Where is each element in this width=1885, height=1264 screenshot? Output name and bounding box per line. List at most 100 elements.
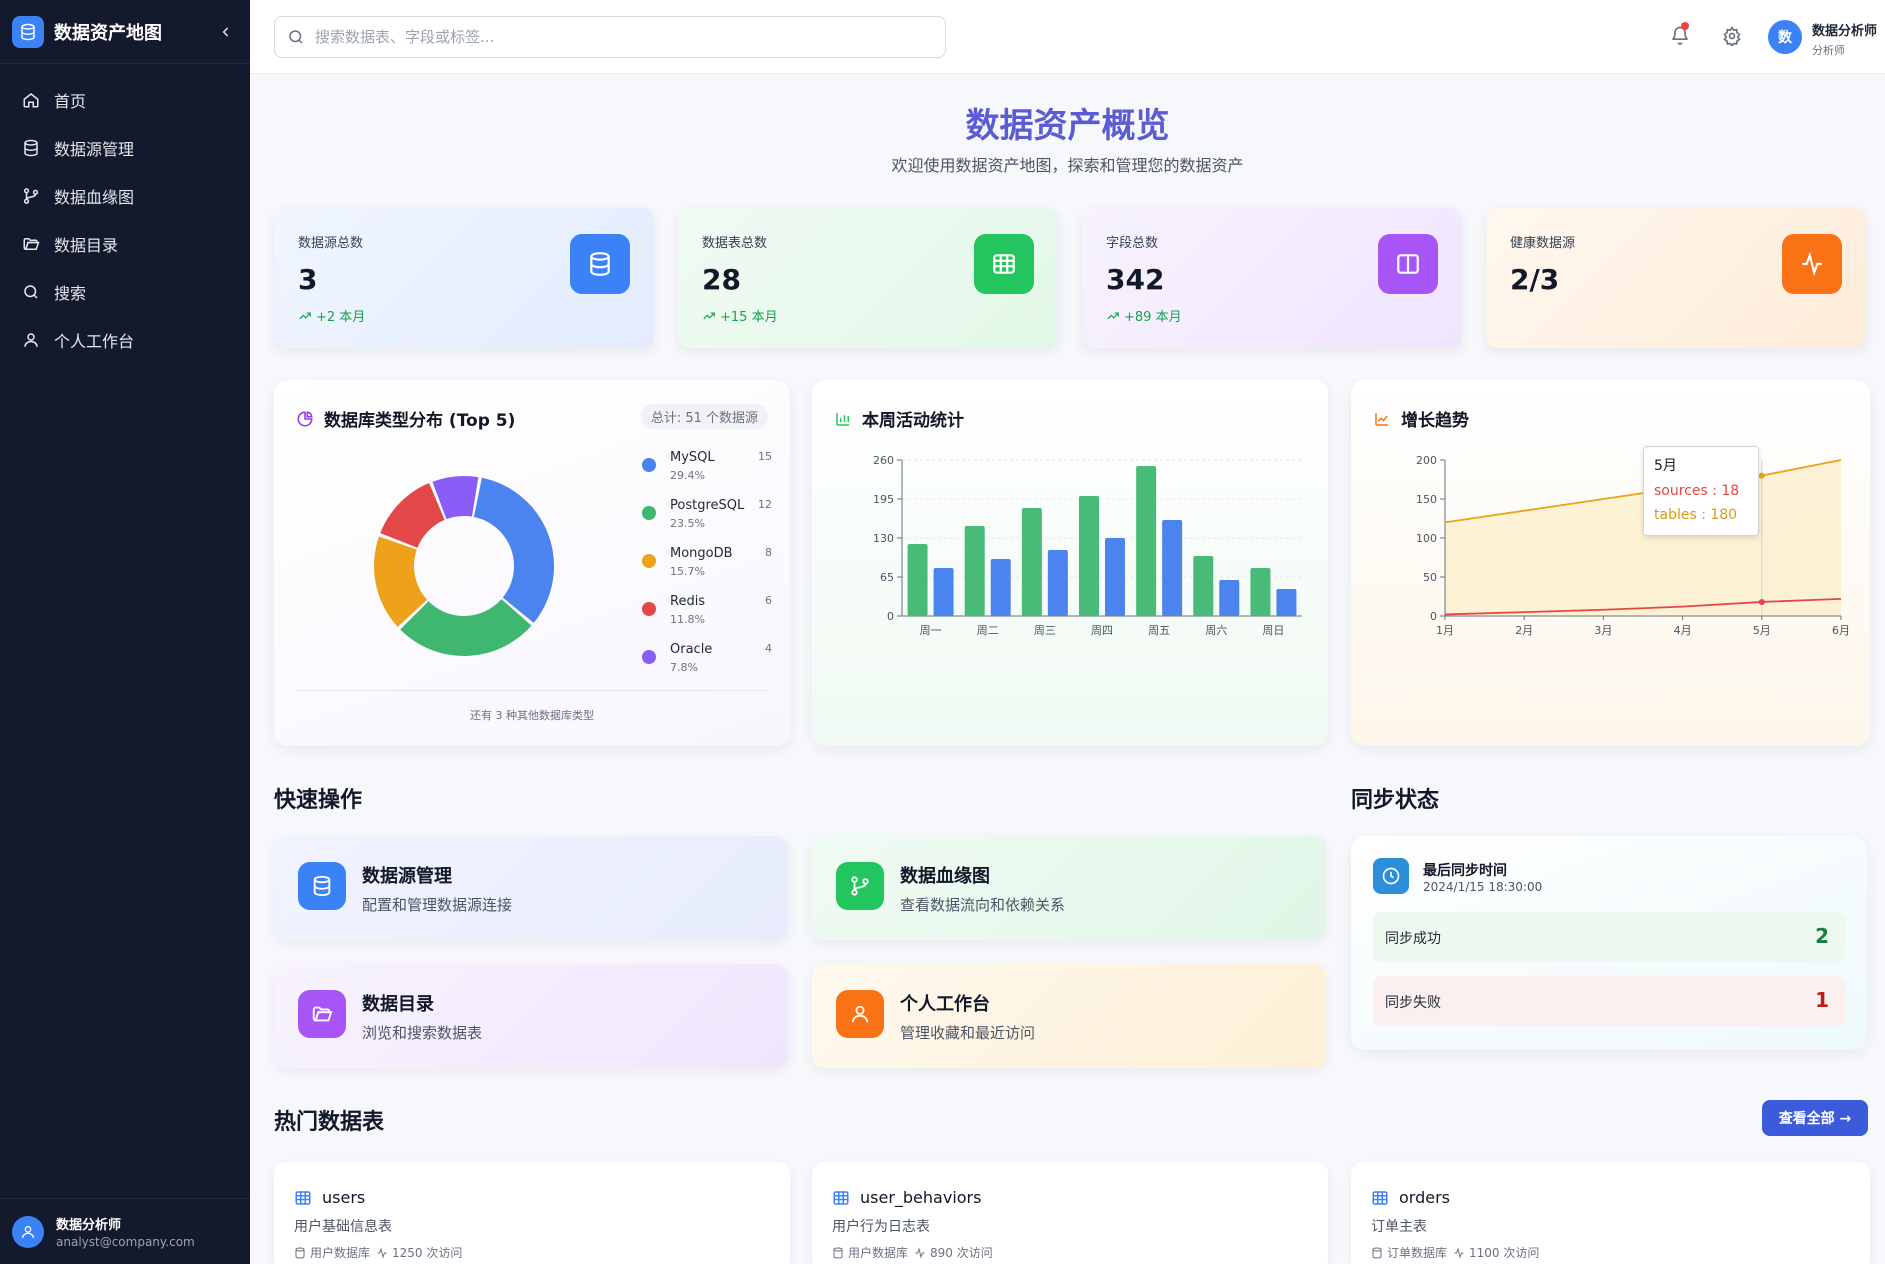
sidebar-nav: 首页 数据源管理 数据血缘图 数据目录 搜索 个人工作台	[0, 64, 250, 364]
activity-icon	[1782, 234, 1842, 294]
bar	[1021, 508, 1042, 616]
search-input[interactable]	[315, 28, 915, 46]
activity-card: 本周活动统计 0 65 130 195 260 周一 周二 周三 周四 周五 周六 周日	[812, 380, 1328, 746]
sidebar-item-lineage[interactable]: 数据血缘图	[0, 172, 250, 220]
topbar-user-name: 数据分析师	[1812, 24, 1878, 39]
trend-title-text: 增长趋势	[1401, 411, 1469, 431]
legend-count: 15	[758, 450, 772, 463]
hot-table-card-orders[interactable]: orders 订单主表 订单数据库 1100 次访问	[1351, 1162, 1870, 1264]
hot-table-meta: 用户数据库 890 次访问	[832, 1244, 999, 1261]
activity-title-text: 本周活动统计	[862, 411, 964, 431]
stat-card-fields[interactable]: 字段总数 342 +89 本月	[1082, 208, 1462, 348]
legend-dot	[642, 458, 656, 472]
sidebar-item-home[interactable]: 首页	[0, 76, 250, 124]
tables-point	[1758, 472, 1765, 479]
stat-card-tables[interactable]: 数据表总数 28 +15 本月	[678, 208, 1058, 348]
donut-title-text: 数据库类型分布 (Top 5)	[324, 411, 516, 431]
bar	[1162, 520, 1183, 616]
hot-table-name: users	[294, 1188, 365, 1207]
home-icon	[23, 93, 39, 108]
hot-tables-title: 热门数据表	[274, 1110, 385, 1135]
view-all-button[interactable]: 查看全部 →	[1762, 1100, 1868, 1136]
sync-fail-count: 1	[1815, 988, 1829, 1012]
legend-count: 12	[758, 498, 772, 511]
legend-percent: 7.8%	[670, 661, 698, 674]
collapse-sidebar-icon[interactable]	[214, 20, 238, 44]
hot-table-name: orders	[1371, 1188, 1450, 1207]
database-icon	[570, 234, 630, 294]
hot-table-card-user-behaviors[interactable]: user_behaviors 用户行为日志表 用户数据库 890 次访问	[812, 1162, 1328, 1264]
activity-icon	[377, 1246, 387, 1259]
hot-table-desc: 用户行为日志表	[832, 1219, 930, 1235]
hot-table-desc: 订单主表	[1371, 1219, 1427, 1235]
stat-trend-text: +89 本月	[1124, 310, 1182, 325]
clock-icon	[1373, 858, 1409, 894]
sidebar-user-name: 数据分析师	[56, 1218, 122, 1233]
line-chart-icon	[1375, 412, 1388, 426]
hot-table-name-text: user_behaviors	[860, 1188, 982, 1207]
sync-fail-label: 同步失败	[1385, 995, 1441, 1011]
hot-table-db: 用户数据库	[310, 1246, 371, 1260]
trend-card-title: 增长趋势	[1373, 406, 1469, 431]
bar-chart-icon	[836, 412, 849, 426]
quick-action-catalog[interactable]: 数据目录 浏览和搜索数据表	[274, 964, 788, 1068]
hot-table-visits: 1100 次访问	[1469, 1246, 1540, 1260]
quick-action-desc: 配置和管理数据源连接	[362, 896, 513, 914]
tooltip-month: 5月	[1654, 458, 1677, 474]
y-tick-label: 100	[1416, 532, 1437, 545]
legend-name: PostgreSQL	[670, 498, 745, 513]
sidebar-item-label: 搜索	[54, 284, 87, 303]
legend-dot	[642, 506, 656, 520]
bar	[964, 526, 985, 616]
quick-action-lineage[interactable]: 数据血缘图 查看数据流向和依赖关系	[812, 836, 1326, 940]
donut-footer: 还有 3 种其他数据库类型	[296, 690, 768, 723]
legend-count: 8	[765, 546, 772, 559]
sidebar-item-workspace[interactable]: 个人工作台	[0, 316, 250, 364]
avatar[interactable]: 数	[1768, 20, 1802, 54]
page-subtitle: 欢迎使用数据资产地图，探索和管理您的数据资产	[891, 156, 1244, 175]
hot-table-name-text: orders	[1399, 1188, 1450, 1207]
trending-up-icon	[299, 312, 311, 319]
sidebar-item-catalog[interactable]: 数据目录	[0, 220, 250, 268]
quick-action-datasources[interactable]: 数据源管理 配置和管理数据源连接	[274, 836, 788, 940]
activity-icon	[1454, 1246, 1464, 1259]
stat-trend: +2 本月	[298, 306, 630, 325]
y-tick-label: 50	[1423, 571, 1437, 584]
stat-card-health[interactable]: 健康数据源 2/3	[1486, 208, 1866, 348]
quick-action-desc: 管理收藏和最近访问	[900, 1024, 1036, 1042]
sidebar: 数据资产地图 首页 数据源管理 数据血缘图 数据目录 搜索 个人工作台 数据分析…	[0, 0, 250, 1264]
sidebar-item-datasources[interactable]: 数据源管理	[0, 124, 250, 172]
hot-table-card-users[interactable]: users 用户基础信息表 用户数据库 1250 次访问	[274, 1162, 790, 1264]
stat-card-datasources[interactable]: 数据源总数 3 +2 本月	[274, 208, 654, 348]
legend-count: 4	[765, 642, 772, 655]
x-tick-label: 6月	[1832, 624, 1850, 637]
trending-up-icon	[1107, 312, 1119, 319]
quick-actions-title: 快速操作	[274, 788, 363, 813]
sidebar-item-label: 数据血缘图	[54, 188, 135, 207]
legend-item: Redis 11.8% 6	[642, 592, 772, 632]
stat-trend: +89 本月	[1106, 306, 1438, 325]
quick-action-workspace[interactable]: 个人工作台 管理收藏和最近访问	[812, 964, 1326, 1068]
main-content: 数据资产概览 欢迎使用数据资产地图，探索和管理您的数据资产 数据源总数 3 +2…	[250, 74, 1885, 1264]
legend-name: MongoDB	[670, 546, 733, 561]
bar	[1193, 556, 1214, 616]
legend-dot	[642, 554, 656, 568]
legend-percent: 23.5%	[670, 517, 705, 530]
sidebar-user[interactable]: 数据分析师 analyst@company.com	[0, 1198, 250, 1264]
x-tick-label: 周一	[920, 624, 942, 637]
last-sync-time: 2024/1/15 18:30:00	[1423, 880, 1543, 894]
sidebar-item-search[interactable]: 搜索	[0, 268, 250, 316]
hot-table-visits: 890 次访问	[930, 1246, 993, 1260]
notification-bell-icon[interactable]	[1670, 22, 1690, 50]
search-box[interactable]	[274, 16, 946, 58]
y-tick-label: 150	[1416, 493, 1437, 506]
x-tick-label: 周四	[1091, 624, 1113, 637]
x-tick-label: 4月	[1674, 624, 1692, 637]
quick-action-title: 数据目录	[362, 994, 434, 1015]
user-icon	[22, 1225, 34, 1238]
topbar-user[interactable]: 数据分析师 分析师	[1812, 20, 1882, 58]
pie-chart-icon	[297, 410, 313, 426]
notification-dot	[1681, 22, 1689, 30]
gear-icon[interactable]	[1722, 26, 1742, 50]
avatar	[12, 1215, 44, 1248]
